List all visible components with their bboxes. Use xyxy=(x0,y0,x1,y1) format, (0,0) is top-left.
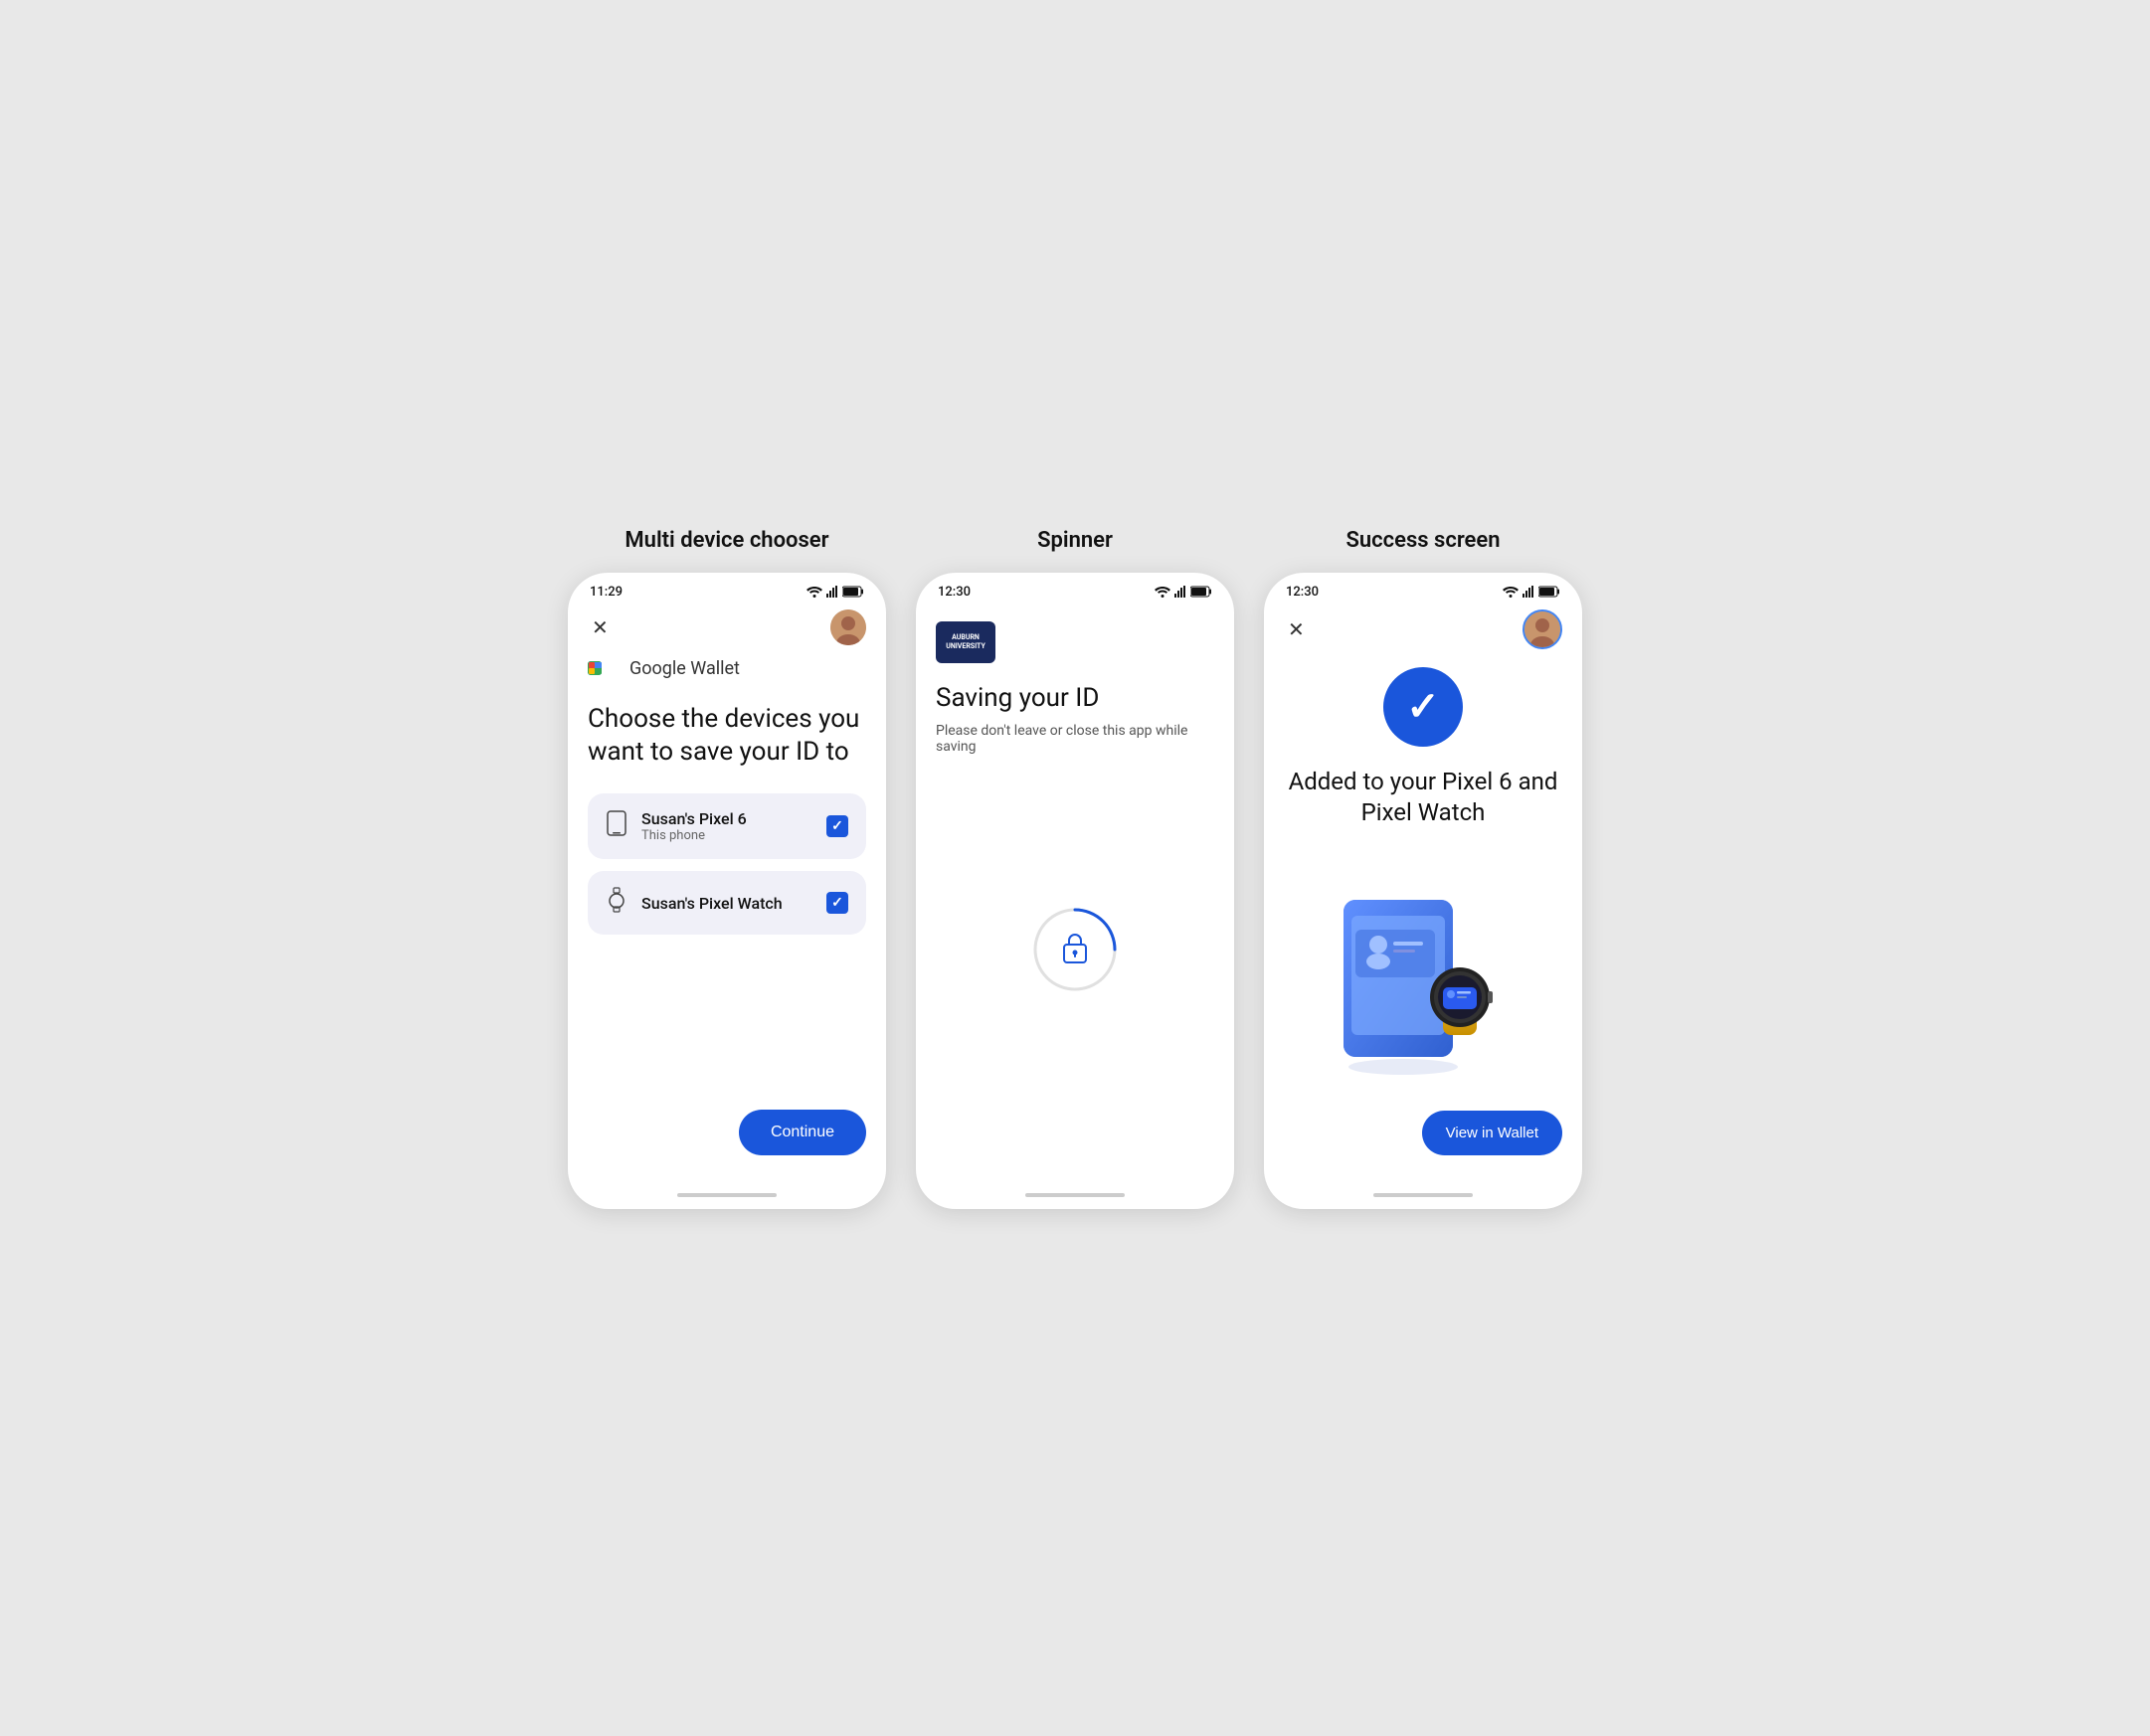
screens-container: Multi device chooser 11:29 xyxy=(528,528,1622,1209)
continue-button[interactable]: Continue xyxy=(739,1110,866,1155)
wallet-logo-icon xyxy=(588,653,620,685)
spinner-container xyxy=(1030,905,1120,994)
device-item-pixel6[interactable]: Susan's Pixel 6 This phone xyxy=(588,793,866,859)
screen-3-wrapper: Success screen 12:30 xyxy=(1264,528,1582,1209)
device-info-pixel6: Susan's Pixel 6 This phone xyxy=(641,809,812,843)
view-wallet-button[interactable]: View in Wallet xyxy=(1422,1111,1562,1155)
battery-icon xyxy=(842,586,864,598)
device-name-pixelwatch: Susan's Pixel Watch xyxy=(641,894,812,913)
status-bar-1: 11:29 xyxy=(568,573,886,606)
home-indicator-2 xyxy=(916,1185,1234,1209)
watch-icon xyxy=(606,887,627,919)
spinner-area xyxy=(936,794,1214,1165)
avatar-1 xyxy=(830,609,866,645)
illustration-area xyxy=(1284,848,1562,1111)
home-indicator-1 xyxy=(568,1185,886,1209)
screen-2-content: AUBURN UNIVERSITY Saving your ID Please … xyxy=(916,606,1234,1185)
avatar-3-bordered xyxy=(1523,609,1562,649)
view-wallet-btn-area: View in Wallet xyxy=(1284,1111,1562,1165)
status-icons-2 xyxy=(1155,586,1212,598)
choose-title: Choose the devices you want to save your… xyxy=(588,703,866,771)
device-item-pixelwatch[interactable]: Susan's Pixel Watch xyxy=(588,871,866,935)
battery-icon-2 xyxy=(1190,586,1212,598)
phone-frame-3: 12:30 xyxy=(1264,573,1582,1209)
screen-2-wrapper: Spinner 12:30 xyxy=(916,528,1234,1209)
wallet-logo-text: Google Wallet xyxy=(629,658,740,679)
wifi-icon-2 xyxy=(1155,586,1170,598)
home-bar-3 xyxy=(1373,1193,1473,1197)
time-3: 12:30 xyxy=(1286,585,1319,600)
success-illustration xyxy=(1314,880,1532,1079)
lock-icon xyxy=(1060,931,1090,964)
institution-logo: AUBURN UNIVERSITY xyxy=(936,621,995,663)
avatar-svg-1 xyxy=(830,609,866,645)
wifi-icon xyxy=(806,586,822,598)
time-1: 11:29 xyxy=(590,585,623,600)
screen-1-label: Multi device chooser xyxy=(625,528,828,553)
home-bar-2 xyxy=(1025,1193,1125,1197)
checkbox-pixel6[interactable] xyxy=(826,815,848,837)
status-bar-2: 12:30 xyxy=(916,573,1234,606)
status-bar-3: 12:30 xyxy=(1264,573,1582,606)
phone-frame-1: 11:29 xyxy=(568,573,886,1209)
status-icons-1 xyxy=(806,586,864,598)
saving-title: Saving your ID xyxy=(936,683,1214,713)
nav-bar-1: ✕ xyxy=(568,606,886,653)
checkmark: ✓ xyxy=(1406,687,1440,727)
signal-icon xyxy=(826,586,838,598)
avatar-svg-3 xyxy=(1524,611,1560,647)
close-button-3[interactable]: ✕ xyxy=(1284,613,1309,645)
screen-1-wrapper: Multi device chooser 11:29 xyxy=(568,528,886,1209)
time-2: 12:30 xyxy=(938,585,971,600)
wallet-header: Google Wallet xyxy=(588,653,866,685)
screen-1-content: Google Wallet Choose the devices you wan… xyxy=(568,653,886,1185)
phone-frame-2: 12:30 xyxy=(916,573,1234,1209)
home-indicator-3 xyxy=(1264,1185,1582,1209)
battery-icon-3 xyxy=(1538,586,1560,598)
success-title: Added to your Pixel 6 and Pixel Watch xyxy=(1284,767,1562,828)
success-check-circle: ✓ xyxy=(1383,667,1463,747)
home-bar-1 xyxy=(677,1193,777,1197)
status-icons-3 xyxy=(1503,586,1560,598)
close-button-1[interactable]: ✕ xyxy=(588,611,613,643)
lock-icon-wrapper xyxy=(1060,931,1090,968)
phone-icon xyxy=(606,810,627,842)
checkbox-pixelwatch[interactable] xyxy=(826,892,848,914)
nav-bar-3: ✕ xyxy=(1264,606,1582,657)
device-name-pixel6: Susan's Pixel 6 xyxy=(641,809,812,828)
saving-subtitle: Please don't leave or close this app whi… xyxy=(936,723,1214,755)
signal-icon-2 xyxy=(1174,586,1186,598)
screen-3-content: ✓ Added to your Pixel 6 and Pixel Watch xyxy=(1264,657,1582,1185)
institution-logo-text: AUBURN UNIVERSITY xyxy=(936,633,995,650)
screen-3-label: Success screen xyxy=(1345,528,1500,553)
success-check-area: ✓ xyxy=(1284,667,1562,747)
wifi-icon-3 xyxy=(1503,586,1519,598)
device-list: Susan's Pixel 6 This phone xyxy=(588,793,866,935)
device-info-pixelwatch: Susan's Pixel Watch xyxy=(641,894,812,913)
continue-btn-area: Continue xyxy=(588,1110,866,1165)
signal-icon-3 xyxy=(1523,586,1534,598)
screen-2-label: Spinner xyxy=(1037,528,1113,553)
device-sub-pixel6: This phone xyxy=(641,828,812,843)
